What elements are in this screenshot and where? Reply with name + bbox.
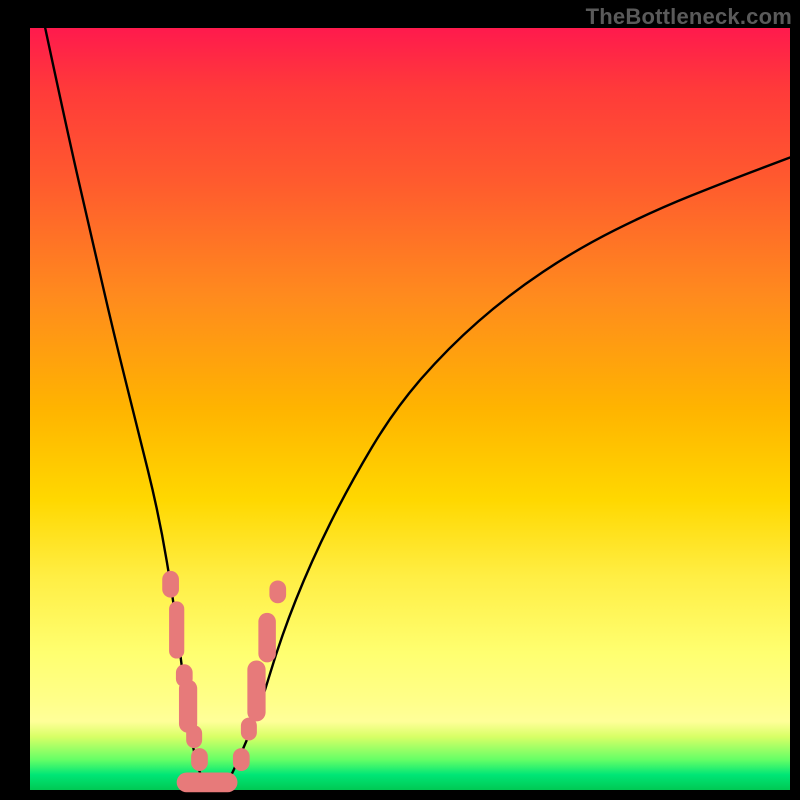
data-marker	[169, 601, 184, 658]
data-marker	[269, 580, 286, 603]
data-marker	[186, 725, 202, 748]
data-marker	[177, 772, 238, 792]
chart-frame: TheBottleneck.com	[0, 0, 800, 800]
data-marker	[162, 571, 179, 598]
curve-layer	[30, 28, 790, 790]
data-marker	[247, 660, 265, 721]
data-marker	[233, 748, 250, 771]
watermark-text: TheBottleneck.com	[586, 4, 792, 30]
data-marker	[258, 613, 275, 663]
data-marker	[191, 748, 208, 771]
data-marker	[179, 680, 197, 733]
bottleneck-curve	[45, 28, 790, 790]
curve-path	[45, 28, 790, 790]
